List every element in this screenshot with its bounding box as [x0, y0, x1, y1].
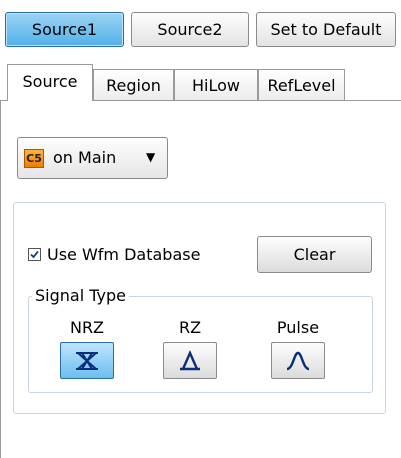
- source2-button[interactable]: Source2: [131, 12, 249, 47]
- signal-type-legend: Signal Type: [32, 286, 129, 305]
- set-to-default-button[interactable]: Set to Default: [256, 12, 396, 47]
- source-select-value: on Main: [53, 148, 117, 167]
- use-wfm-database-label: Use Wfm Database: [47, 245, 201, 264]
- source-select-dropdown[interactable]: C5 on Main ▼: [17, 137, 168, 179]
- pulse-label: Pulse: [276, 318, 320, 337]
- rz-label: RZ: [178, 318, 202, 337]
- clear-button[interactable]: Clear: [257, 236, 372, 273]
- source1-button[interactable]: Source1: [5, 12, 124, 47]
- use-wfm-database-checkbox-row[interactable]: Use Wfm Database: [28, 245, 200, 264]
- gaussian-pulse-icon: [286, 351, 310, 370]
- channel-badge: C5: [24, 149, 44, 168]
- nrz-signal-button[interactable]: [60, 342, 114, 379]
- rz-pulse-icon: [180, 349, 200, 370]
- nrz-eye-icon: [76, 351, 98, 370]
- checkmark-icon: [30, 250, 39, 259]
- tab-reflevel[interactable]: RefLevel: [258, 69, 345, 100]
- tab-region[interactable]: Region: [93, 69, 174, 100]
- rz-signal-button[interactable]: [163, 342, 217, 379]
- nrz-label: NRZ: [69, 318, 105, 337]
- pulse-signal-button[interactable]: [271, 342, 325, 379]
- use-wfm-database-checkbox[interactable]: [28, 248, 41, 261]
- tab-source[interactable]: Source: [7, 64, 93, 101]
- chevron-down-icon: ▼: [146, 150, 156, 164]
- tab-hilow[interactable]: HiLow: [174, 69, 258, 100]
